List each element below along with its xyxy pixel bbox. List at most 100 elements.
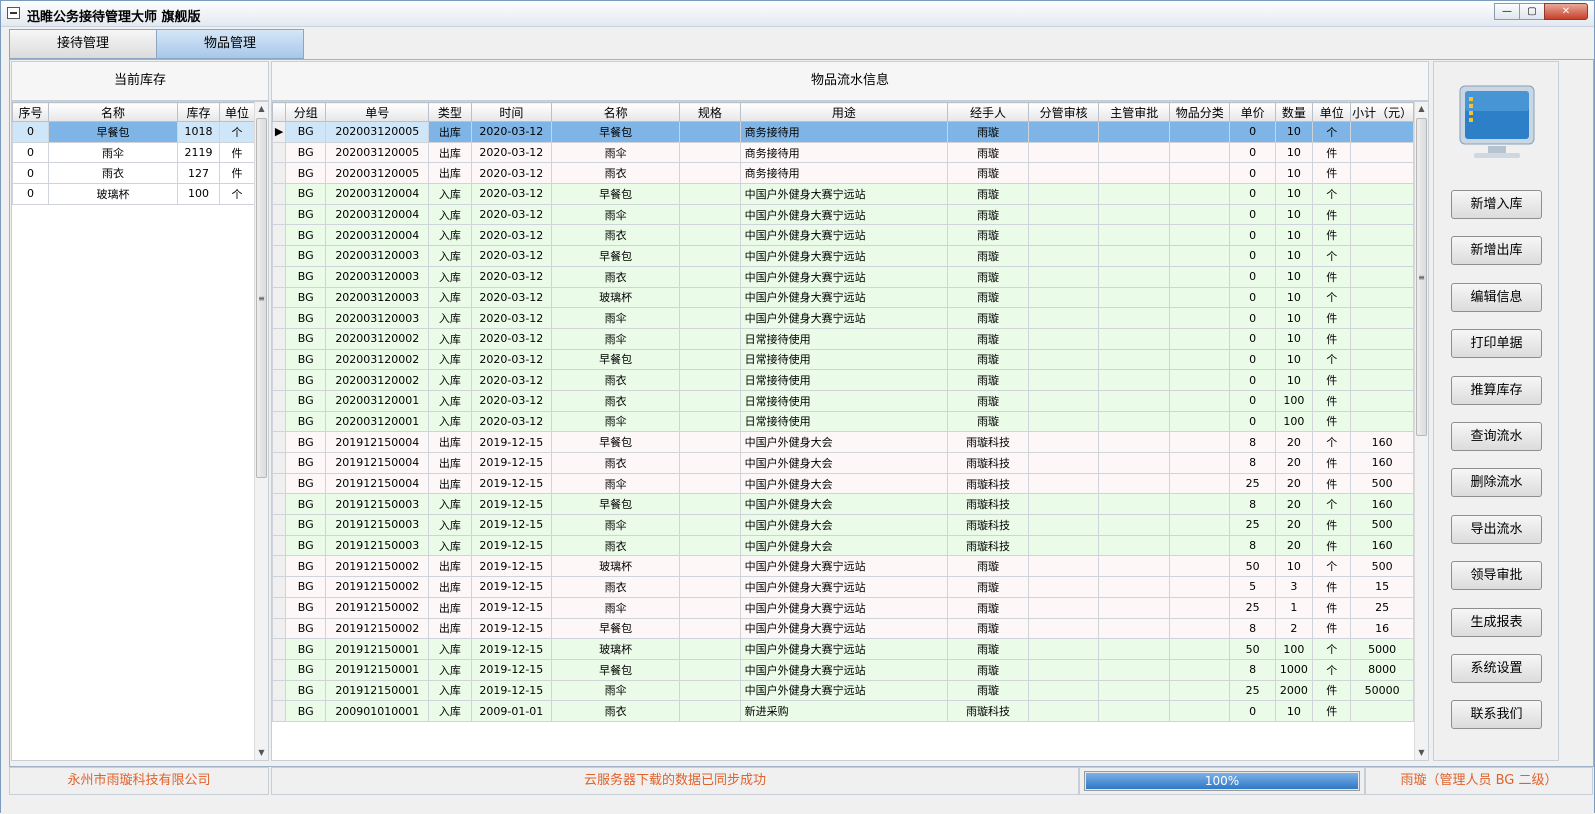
flow-cell-unit[interactable]: 件	[1312, 679, 1352, 702]
flow-cell-purpose[interactable]: 中国户外健身大会	[739, 514, 949, 536]
flow-cell-spec[interactable]	[679, 121, 741, 143]
flow-cell-cat[interactable]	[1168, 369, 1231, 391]
flow-cell-type[interactable]: 出库	[428, 141, 472, 164]
flow-cell-price[interactable]: 0	[1229, 369, 1276, 391]
flow-cell-group[interactable]: BG	[285, 514, 327, 536]
flow-cell-no[interactable]: 201912150004	[325, 452, 430, 474]
action-button-1[interactable]: 新增出库	[1451, 236, 1542, 266]
flow-cell-handler[interactable]: 雨璇	[947, 265, 1029, 288]
flow-cell-group[interactable]: BG	[285, 700, 327, 722]
flow-cell-qty[interactable]: 20	[1274, 431, 1314, 453]
flow-cell-price[interactable]: 0	[1229, 224, 1276, 247]
action-button-9[interactable]: 生成报表	[1451, 607, 1542, 637]
flow-cell-cat[interactable]	[1168, 555, 1231, 578]
flow-cell-spec[interactable]	[679, 286, 741, 309]
flow-cell-unit[interactable]: 件	[1312, 203, 1352, 226]
flow-cell-unit[interactable]: 个	[1312, 658, 1352, 681]
row-header[interactable]	[272, 389, 287, 412]
flow-cell-group[interactable]: BG	[285, 141, 327, 164]
flow-cell-time[interactable]: 2020-03-12	[470, 307, 553, 329]
flow-cell-qty[interactable]: 2000	[1274, 679, 1314, 702]
flow-cell-unit[interactable]: 个	[1312, 555, 1352, 578]
flow-cell-spec[interactable]	[679, 617, 741, 640]
flow-cell-price[interactable]: 0	[1229, 265, 1276, 288]
flow-cell-qty[interactable]: 10	[1274, 265, 1314, 288]
flow-cell-time[interactable]: 2020-03-12	[470, 265, 553, 288]
flow-cell-subtotal[interactable]	[1350, 203, 1414, 226]
flow-cell-group[interactable]: BG	[285, 431, 327, 453]
flow-cell-name[interactable]: 早餐包	[551, 431, 681, 453]
flow-cell-r2[interactable]	[1098, 141, 1170, 164]
inventory-cell-stock[interactable]: 1018	[177, 121, 220, 143]
flow-cell-r2[interactable]	[1098, 472, 1170, 495]
action-button-0[interactable]: 新增入库	[1451, 190, 1542, 219]
flow-cell-r1[interactable]	[1027, 203, 1100, 226]
flow-cell-purpose[interactable]: 日常接待使用	[739, 389, 949, 412]
flow-cell-time[interactable]: 2019-12-15	[470, 617, 553, 640]
flow-cell-handler[interactable]: 雨璇	[947, 203, 1029, 226]
flow-cell-type[interactable]: 入库	[428, 700, 472, 722]
flow-cell-subtotal[interactable]: 5000	[1350, 638, 1414, 660]
row-header[interactable]	[272, 596, 287, 619]
flow-cell-unit[interactable]: 件	[1312, 162, 1352, 185]
flow-cell-no[interactable]: 202003120002	[325, 348, 430, 371]
flow-cell-handler[interactable]: 雨璇	[947, 141, 1029, 164]
flow-cell-subtotal[interactable]	[1350, 245, 1414, 267]
action-button-5[interactable]: 查询流水	[1451, 422, 1542, 451]
flow-cell-spec[interactable]	[679, 389, 741, 412]
flow-cell-r1[interactable]	[1027, 658, 1100, 681]
flow-cell-type[interactable]: 入库	[428, 493, 472, 516]
flow-cell-handler[interactable]: 雨璇	[947, 638, 1029, 660]
flow-cell-subtotal[interactable]	[1350, 327, 1414, 350]
flow-row[interactable]: BG 202003120002 入库 2020-03-12 雨衣 日常接待使用 雨璇 0 10 件	[272, 369, 1414, 391]
flow-cell-time[interactable]: 2019-12-15	[470, 452, 553, 474]
flow-cell-spec[interactable]	[679, 555, 741, 578]
flow-cell-time[interactable]: 2020-03-12	[470, 327, 553, 350]
flow-cell-unit[interactable]: 个	[1312, 348, 1352, 371]
row-header[interactable]	[272, 162, 287, 185]
flow-cell-price[interactable]: 50	[1229, 555, 1276, 578]
flow-cell-subtotal[interactable]	[1350, 224, 1414, 247]
flow-cell-name[interactable]: 雨伞	[551, 307, 681, 329]
row-header[interactable]	[272, 493, 287, 516]
flow-cell-cat[interactable]	[1168, 452, 1231, 474]
flow-row[interactable]: BG 201912150004 出库 2019-12-15 雨伞 中国户外健身大会 雨璇科技…	[272, 472, 1414, 495]
flow-col-8[interactable]: 分管审核	[1027, 102, 1100, 122]
row-header[interactable]	[272, 472, 287, 495]
flow-row[interactable]: BG 201912150002 出库 2019-12-15 玻璃杯 中国户外健身大赛宁远站…	[272, 555, 1414, 578]
flow-cell-handler[interactable]: 雨璇	[947, 286, 1029, 309]
flow-cell-unit[interactable]: 件	[1312, 617, 1352, 640]
flow-cell-spec[interactable]	[679, 700, 741, 722]
flow-cell-subtotal[interactable]: 160	[1350, 493, 1414, 516]
flow-cell-r2[interactable]	[1098, 327, 1170, 350]
flow-cell-name[interactable]: 玻璃杯	[551, 638, 681, 660]
flow-cell-time[interactable]: 2020-03-12	[470, 369, 553, 391]
flow-cell-handler[interactable]: 雨璇科技	[947, 431, 1029, 453]
flow-cell-subtotal[interactable]: 500	[1350, 514, 1414, 536]
flow-cell-group[interactable]: BG	[285, 265, 327, 288]
flow-cell-purpose[interactable]: 中国户外健身大赛宁远站	[739, 183, 949, 205]
flow-cell-unit[interactable]: 件	[1312, 224, 1352, 247]
flow-cell-cat[interactable]	[1168, 162, 1231, 185]
flow-cell-no[interactable]: 202003120004	[325, 224, 430, 247]
flow-cell-handler[interactable]: 雨璇	[947, 183, 1029, 205]
inventory-cell-seq[interactable]: 0	[12, 121, 49, 143]
flow-col-11[interactable]: 单价	[1229, 102, 1276, 122]
row-header[interactable]	[272, 576, 287, 598]
flow-cell-type[interactable]: 出库	[428, 472, 472, 495]
flow-cell-spec[interactable]	[679, 203, 741, 226]
row-header[interactable]	[272, 286, 287, 309]
flow-cell-handler[interactable]: 雨璇	[947, 679, 1029, 702]
flow-cell-spec[interactable]	[679, 534, 741, 557]
flow-cell-qty[interactable]: 1	[1274, 596, 1314, 619]
flow-cell-type[interactable]: 入库	[428, 203, 472, 226]
flow-cell-time[interactable]: 2019-12-15	[470, 472, 553, 495]
flow-cell-spec[interactable]	[679, 348, 741, 371]
flow-cell-group[interactable]: BG	[285, 679, 327, 702]
flow-cell-subtotal[interactable]	[1350, 369, 1414, 391]
flow-cell-group[interactable]: BG	[285, 493, 327, 516]
action-button-2[interactable]: 编辑信息	[1451, 282, 1542, 312]
flow-cell-group[interactable]: BG	[285, 369, 327, 391]
row-header[interactable]	[272, 348, 287, 371]
inventory-row[interactable]: 0 雨伞 2119 件	[12, 141, 255, 164]
